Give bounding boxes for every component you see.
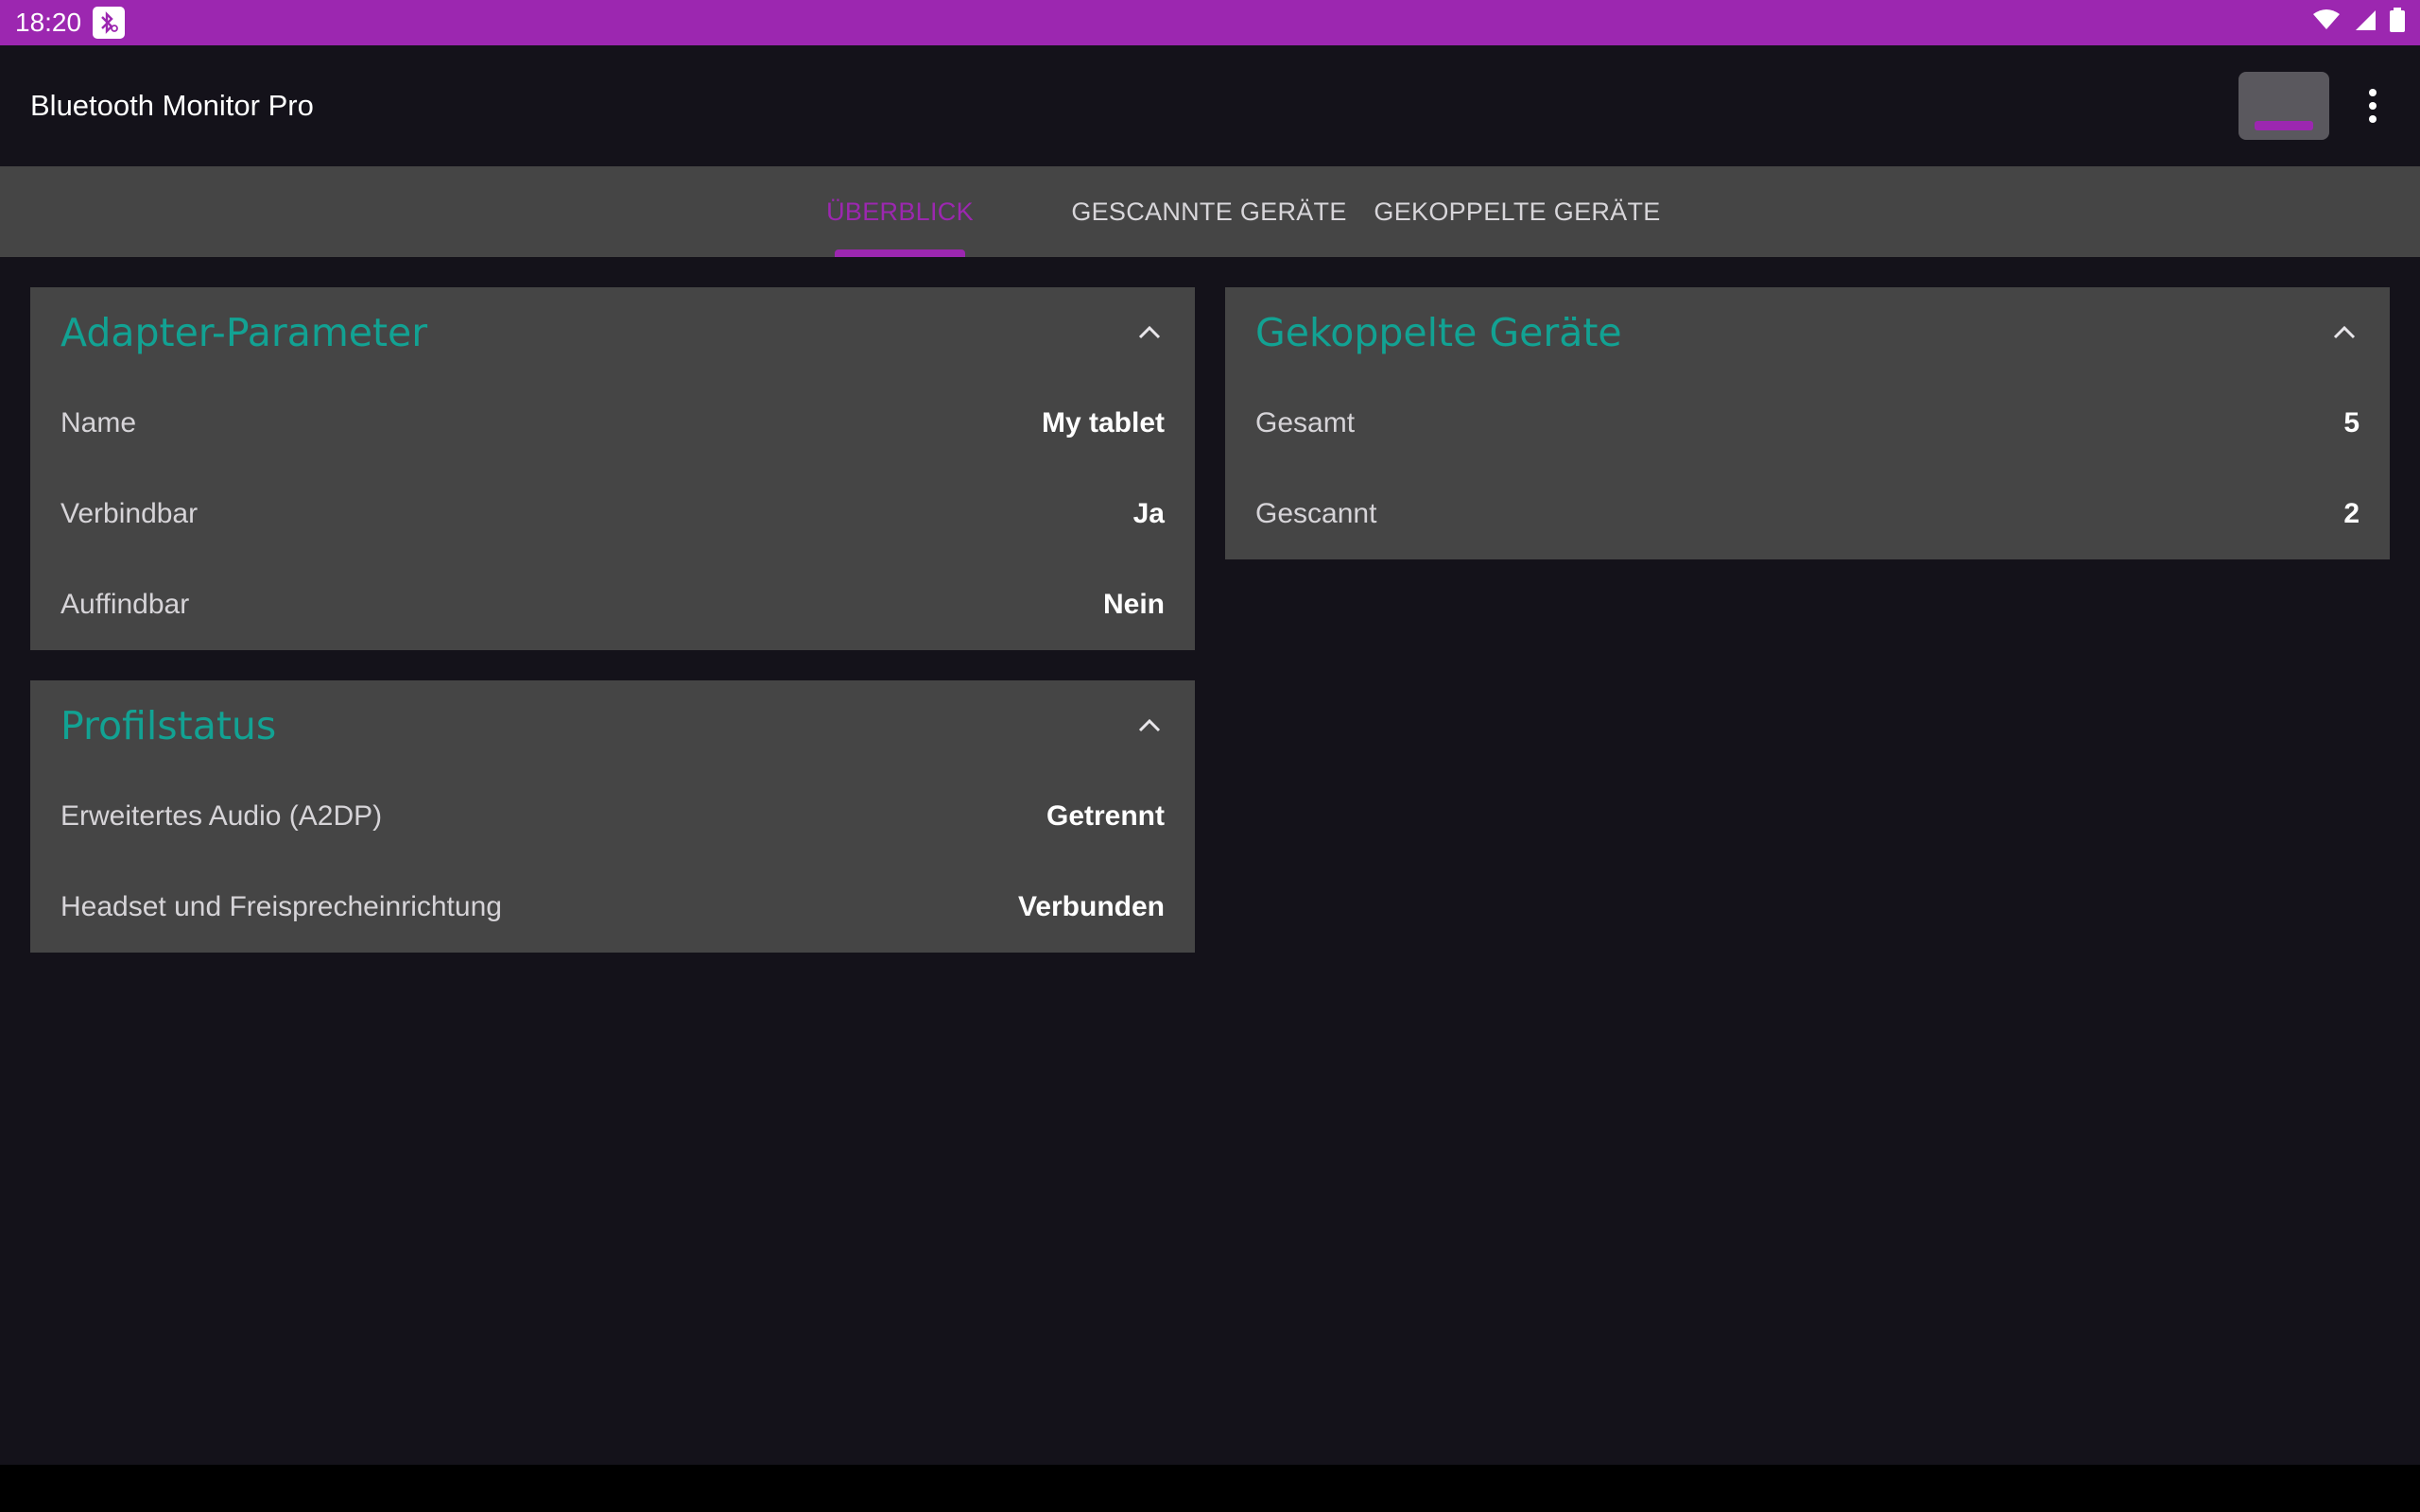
row-value: Ja	[1132, 498, 1165, 529]
profile-status-card: Profilstatus Erweitertes Audio (A2DP) Ge…	[30, 680, 1195, 953]
row-label: Auffindbar	[60, 589, 190, 620]
profile-row-a2dp: Erweitertes Audio (A2DP) Getrennt	[30, 771, 1195, 862]
card-title: Profilstatus	[60, 703, 277, 748]
paired-row-total: Gesamt 5	[1225, 378, 2390, 469]
row-value: My tablet	[1041, 407, 1165, 438]
toggle-action-icon	[2255, 121, 2313, 130]
toggle-action-button[interactable]	[2238, 72, 2329, 140]
system-navigation-bar	[0, 1465, 2420, 1512]
chevron-up-icon[interactable]	[2329, 318, 2360, 348]
more-vert-icon[interactable]	[2354, 83, 2392, 129]
paired-devices-card: Gekoppelte Geräte Gesamt 5 Gescannt 2	[1225, 287, 2390, 559]
cell-signal-icon	[2354, 8, 2377, 38]
row-value: Getrennt	[1046, 800, 1165, 832]
tab-label: GEKOPPELTE GERÄTE	[1374, 197, 1661, 226]
app-title: Bluetooth Monitor Pro	[30, 89, 314, 122]
row-value: Verbunden	[1017, 891, 1165, 922]
row-label: Gesamt	[1255, 407, 1356, 438]
row-value: 2	[2343, 498, 2360, 529]
card-header[interactable]: Adapter-Parameter	[30, 287, 1195, 378]
chevron-up-icon[interactable]	[1134, 318, 1165, 348]
tab-indicator	[835, 249, 965, 257]
card-title: Gekoppelte Geräte	[1255, 310, 1622, 355]
tab-label: ÜBERBLICK	[826, 197, 974, 226]
tab-ueberblick[interactable]: ÜBERBLICK	[792, 166, 1008, 257]
tab-label: GESCANNTE GERÄTE	[1071, 197, 1347, 226]
row-label: Verbindbar	[60, 498, 199, 529]
tab-gekoppelte-geraete[interactable]: GEKOPPELTE GERÄTE	[1373, 166, 1662, 257]
row-label: Gescannt	[1255, 498, 1377, 529]
app-bar: Bluetooth Monitor Pro	[0, 45, 2420, 166]
row-label: Headset und Freisprecheinrichtung	[60, 891, 502, 922]
battery-icon	[2390, 7, 2405, 39]
paired-row-scanned: Gescannt 2	[1225, 469, 2390, 559]
adapter-row-discoverable: Auffindbar Nein	[30, 559, 1195, 650]
row-value: 5	[2343, 407, 2360, 438]
adapter-parameters-card: Adapter-Parameter Name My tablet Verbind…	[30, 287, 1195, 650]
row-label: Erweitertes Audio (A2DP)	[60, 800, 383, 832]
tab-bar: ÜBERBLICK GESCANNTE GERÄTE GEKOPPELTE GE…	[0, 166, 2420, 257]
profile-row-headset: Headset und Freisprecheinrichtung Verbun…	[30, 862, 1195, 953]
card-title: Adapter-Parameter	[60, 310, 428, 355]
row-value: Nein	[1102, 589, 1165, 620]
card-header[interactable]: Gekoppelte Geräte	[1225, 287, 2390, 378]
card-header[interactable]: Profilstatus	[30, 680, 1195, 771]
status-bar: 18:20	[0, 0, 2420, 45]
tab-gescannte-geraete[interactable]: GESCANNTE GERÄTE	[1066, 166, 1352, 257]
row-label: Name	[60, 407, 137, 438]
bluetooth-scan-notification-icon	[93, 7, 126, 39]
adapter-row-name: Name My tablet	[30, 378, 1195, 469]
wifi-icon	[2312, 8, 2341, 38]
status-time: 18:20	[15, 8, 82, 37]
chevron-up-icon[interactable]	[1134, 711, 1165, 741]
adapter-row-connectable: Verbindbar Ja	[30, 469, 1195, 559]
